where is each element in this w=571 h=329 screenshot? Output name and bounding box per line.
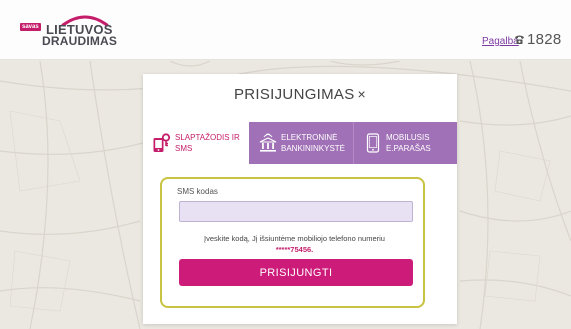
masked-phone-number: *****75456. — [275, 245, 314, 254]
sms-hint-text: Įveskite kodą, Jį išsiuntėme mobiliojo t… — [172, 233, 417, 255]
tab-mobile-signature-label: MOBILUSIS E.PARAŠAS — [386, 133, 431, 153]
bank-icon — [259, 133, 277, 152]
login-method-tabs: SLAPTAŽODIS IR SMS ELEKTRONINĖ BANKININK… — [143, 122, 457, 164]
phone-number: 1828 — [527, 31, 562, 48]
logo-badge: savas — [20, 23, 41, 31]
modal-title-text: PRISIJUNGIMAS — [233, 86, 355, 103]
phone-key-icon — [153, 133, 171, 152]
lietuvos-draudimas-logo[interactable]: savas LIETUVOS DRAUDIMAS — [18, 12, 128, 48]
logo-text-line2: DRAUDIMAS — [42, 34, 118, 48]
tab-mobile-signature[interactable]: MOBILUSIS E.PARAŠAS — [353, 122, 457, 164]
sms-hint-message: Įveskite kodą, Jį išsiuntėme mobiliojo t… — [204, 234, 385, 243]
close-icon[interactable]: × — [358, 86, 366, 102]
modal-title: PRISIJUNGIMAS × — [143, 86, 457, 103]
mobile-icon — [366, 133, 380, 153]
login-submit-button[interactable]: PRISIJUNGTI — [179, 259, 413, 286]
sms-code-input[interactable] — [179, 201, 413, 222]
tab-password-sms-label: SLAPTAŽODIS IR SMS — [175, 133, 240, 153]
sms-code-form: SMS kodas Įveskite kodą, Jį išsiuntėme m… — [160, 177, 425, 308]
phone-contact: 1828 — [514, 31, 562, 48]
tab-password-sms[interactable]: SLAPTAŽODIS IR SMS — [143, 122, 249, 164]
site-header: savas LIETUVOS DRAUDIMAS Pagalba 1828 — [0, 0, 571, 60]
sms-code-label: SMS kodas — [177, 187, 218, 196]
phone-icon — [515, 35, 524, 44]
tab-e-banking[interactable]: ELEKTRONINĖ BANKININKYSTĖ — [249, 122, 353, 164]
tab-e-banking-label: ELEKTRONINĖ BANKININKYSTĖ — [281, 133, 346, 153]
login-modal: PRISIJUNGIMAS × SLAPTAŽODIS IR SMS ELEKT… — [143, 74, 457, 324]
